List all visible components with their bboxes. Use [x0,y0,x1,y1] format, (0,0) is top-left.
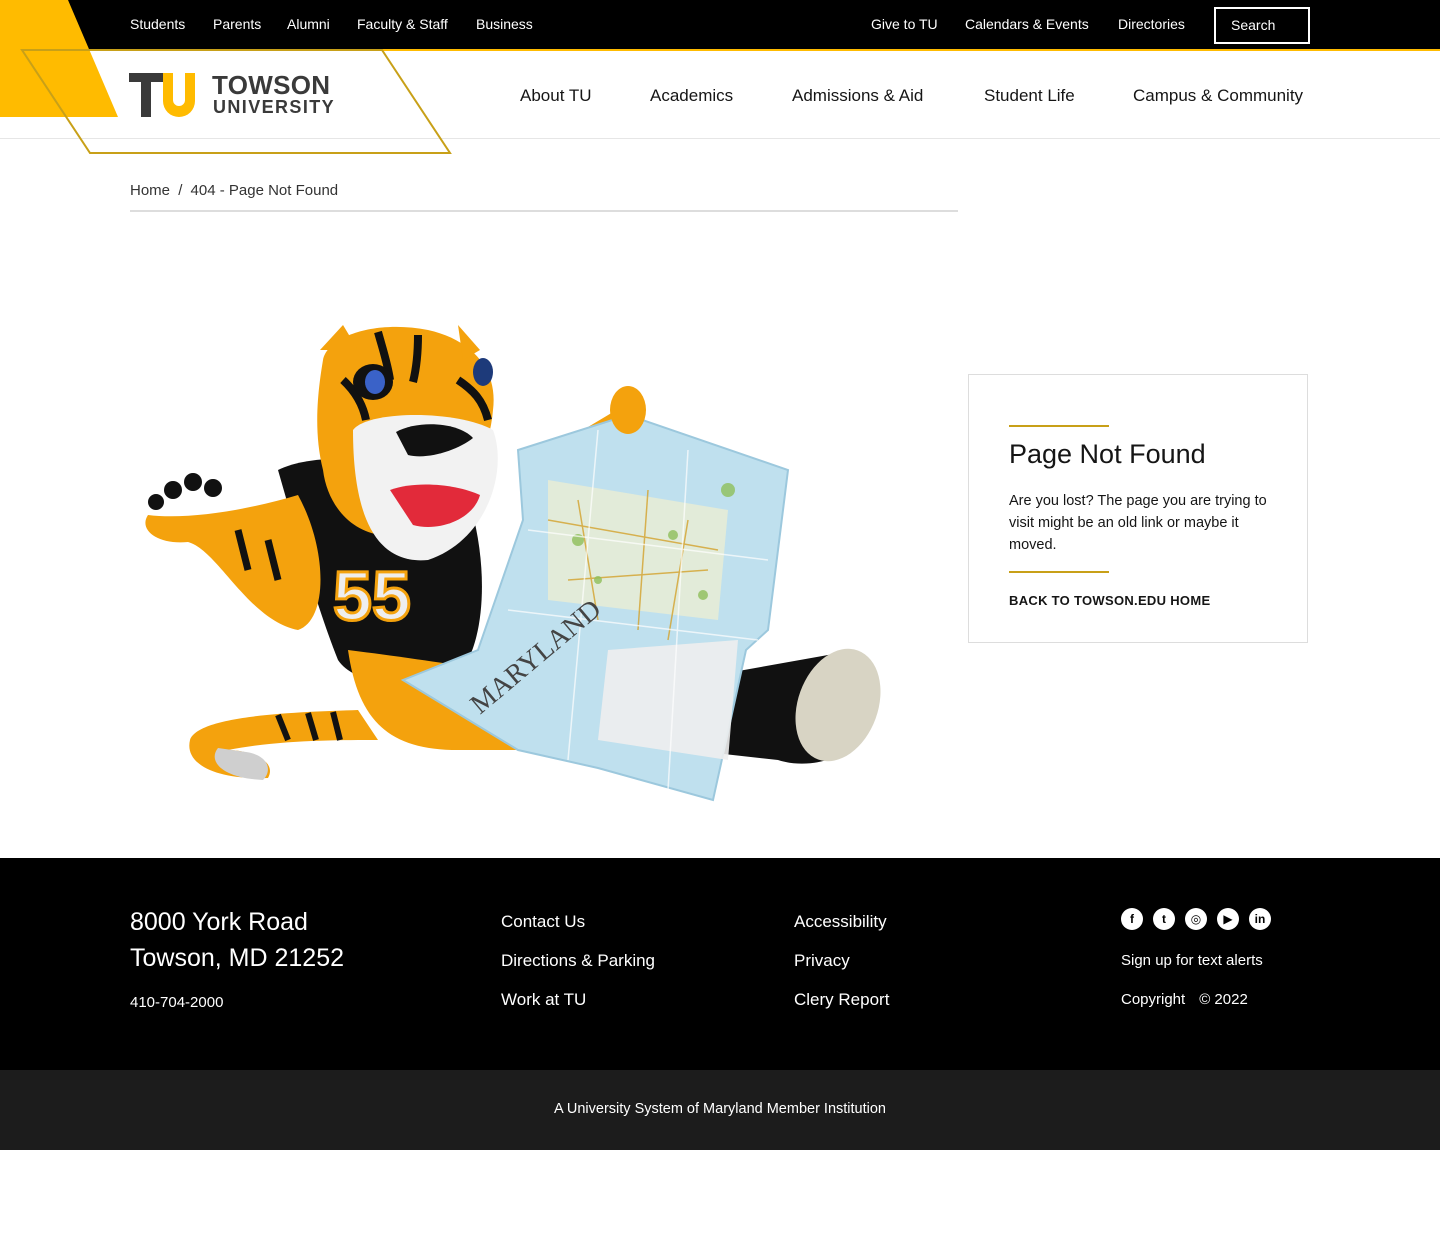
sub-footer: A University System of Maryland Member I… [0,1070,1440,1150]
twitter-icon[interactable]: t [1153,908,1175,930]
nav-about[interactable]: About TU [520,86,592,106]
not-found-card: Page Not Found Are you lost? The page yo… [968,374,1308,643]
youtube-icon[interactable]: ▶ [1217,908,1239,930]
footer-link-work[interactable]: Work at TU [501,990,586,1010]
nav-academics[interactable]: Academics [650,86,733,106]
utility-link-give[interactable]: Give to TU [871,16,938,32]
text-alerts-link[interactable]: Sign up for text alerts [1121,952,1263,969]
logo-name[interactable]: TOWSON [212,72,330,98]
usm-member-text[interactable]: A University System of Maryland Member I… [0,1101,1440,1117]
footer-link-directions[interactable]: Directions & Parking [501,951,655,971]
back-home-link[interactable]: BACK TO TOWSON.EDU HOME [1009,593,1210,608]
card-accent-top [1009,425,1109,427]
footer-link-accessibility[interactable]: Accessibility [794,912,887,932]
nav-campus[interactable]: Campus & Community [1133,86,1303,106]
mascot-with-map-image: 55 MARYLAND [145,325,881,802]
tu-logo-icon[interactable] [129,73,201,119]
utility-link-business[interactable]: Business [476,16,533,32]
logo-subtitle[interactable]: UNIVERSITY [213,97,335,117]
nav-student-life[interactable]: Student Life [984,86,1075,106]
breadcrumb-separator: / [178,182,183,199]
breadcrumb-home[interactable]: Home [130,182,170,199]
card-title: Page Not Found [1009,439,1206,469]
footer-link-contact[interactable]: Contact Us [501,912,585,932]
footer-address-line2: Towson, MD 21252 [130,944,345,972]
copyright: Copyright © 2022 [1121,991,1248,1008]
search-button[interactable]: Search [1214,7,1310,44]
nav-admissions[interactable]: Admissions & Aid [792,86,923,106]
footer-link-privacy[interactable]: Privacy [794,951,850,971]
utility-link-calendars[interactable]: Calendars & Events [965,16,1089,32]
breadcrumb-current: 404 - Page Not Found [190,182,339,199]
breadcrumb-divider [130,210,958,212]
linkedin-icon[interactable]: in [1249,908,1271,930]
card-accent-bottom [1009,571,1109,573]
svg-text:55: 55 [333,557,411,635]
instagram-icon[interactable]: ◎ [1185,908,1207,930]
footer-link-clery[interactable]: Clery Report [794,990,889,1010]
copyright-year: © 2022 [1199,991,1248,1008]
breadcrumb: Home / 404 - Page Not Found [130,182,342,199]
copyright-label[interactable]: Copyright [1121,991,1185,1008]
footer-address-line1: 8000 York Road [130,908,308,936]
utility-link-directories[interactable]: Directories [1118,16,1185,32]
footer-phone[interactable]: 410-704-2000 [130,994,223,1011]
facebook-icon[interactable]: f [1121,908,1143,930]
card-body: Are you lost? The page you are trying to… [1009,493,1267,553]
